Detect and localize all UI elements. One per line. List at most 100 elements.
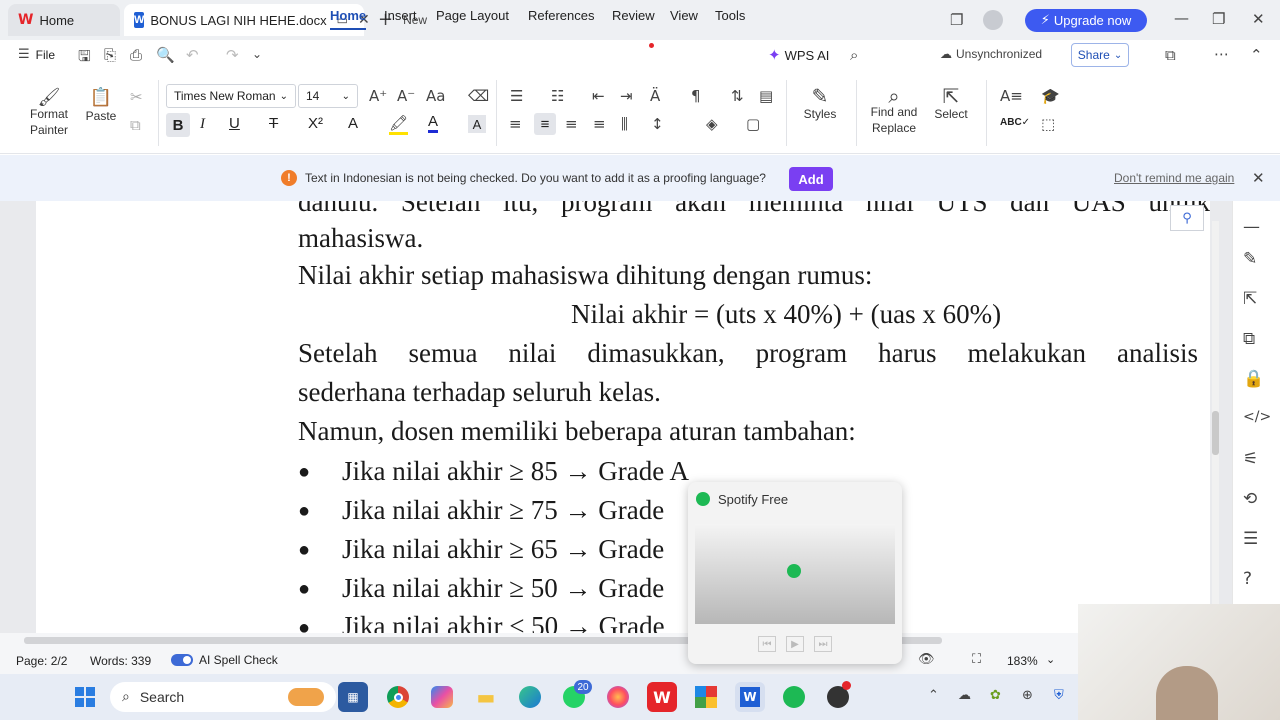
decrease-font-icon[interactable]: A⁻ (397, 87, 415, 105)
search-icon[interactable]: ⌕ (850, 46, 858, 64)
text-effect-icon[interactable]: A (348, 115, 358, 132)
print-icon[interactable]: ⎙ (130, 46, 142, 64)
spell-check-icon[interactable]: ABC✓ (1000, 117, 1030, 128)
select-cursor-icon[interactable]: ⇱ (1243, 289, 1257, 309)
font-size-select[interactable]: 14 ⌄ (298, 84, 358, 108)
layout-icon[interactable]: ⧉ (1165, 46, 1176, 64)
change-case-icon[interactable]: Aa (426, 87, 445, 105)
borders-icon[interactable]: ▢ (746, 115, 760, 133)
wps-office-icon[interactable]: W (647, 682, 677, 712)
highlight-icon[interactable]: 🖍 (389, 114, 409, 135)
file-menu[interactable]: ☰ File (18, 47, 55, 62)
menu-references[interactable]: References (528, 8, 594, 23)
photo-app-icon[interactable] (691, 682, 721, 712)
font-family-select[interactable]: Times New Roman ⌄ (166, 84, 296, 108)
tray-app-icon[interactable]: ✿ (990, 688, 1001, 703)
help-icon[interactable]: ? (1243, 569, 1252, 589)
font-color-icon[interactable]: A (428, 113, 439, 133)
close-notification-icon[interactable]: ✕ (1252, 169, 1265, 187)
code-icon[interactable]: </> (1243, 409, 1271, 425)
paragraph-mark-icon[interactable]: ¶ (691, 87, 701, 105)
menu-view[interactable]: View (670, 8, 698, 23)
align-left-icon[interactable]: ≡ (509, 115, 522, 133)
more-icon[interactable]: ⋯ (1214, 45, 1229, 63)
network-icon[interactable]: ⊕ (1022, 688, 1033, 703)
onedrive-icon[interactable]: ☁ (958, 688, 971, 703)
minimize-icon[interactable]: — (1174, 9, 1189, 27)
windows-start-icon[interactable] (70, 682, 100, 712)
menu-page-layout[interactable]: Page Layout (436, 8, 509, 23)
previous-track-icon[interactable]: ⏮ (758, 636, 776, 652)
increase-indent-icon[interactable]: ⇥ (620, 87, 633, 105)
menu-tools[interactable]: Tools (715, 8, 745, 23)
undo-icon[interactable]: ↶ (186, 46, 199, 64)
export-icon[interactable]: ⎘ (104, 46, 116, 64)
table-border-icon[interactable]: ▤ (759, 87, 773, 105)
increase-font-icon[interactable]: A⁺ (369, 87, 387, 105)
collapse-ribbon-icon[interactable]: ⌃ (1250, 46, 1263, 64)
redo-icon[interactable]: ↷ (226, 46, 239, 64)
taskbar-search[interactable]: ⌕ Search (110, 682, 336, 712)
store-icon[interactable]: ▦ (338, 682, 368, 712)
ai-spell-check-toggle[interactable]: AI Spell Check (171, 653, 278, 667)
fit-page-icon[interactable]: ⛶ (972, 652, 981, 667)
window-close-icon[interactable]: ✕ (1252, 10, 1265, 28)
spotify-taskbar-icon[interactable] (779, 682, 809, 712)
location-pin-icon[interactable]: ⚲ (1170, 205, 1204, 231)
graduate-cap-icon[interactable]: 🎓 (1041, 87, 1060, 105)
menu-home[interactable]: Home (330, 8, 367, 30)
align-center-icon[interactable]: ≡ (534, 113, 556, 135)
chevron-down-icon[interactable]: ⌄ (1046, 653, 1055, 666)
maximize-icon[interactable]: ❐ (1212, 10, 1225, 28)
sync-status[interactable]: ☁ Unsynchronized (940, 47, 1042, 61)
vertical-scrollbar[interactable] (1212, 221, 1219, 631)
select-button[interactable]: ⇱ Select (928, 86, 974, 122)
window-manage-icon[interactable]: ❐ (950, 11, 963, 29)
outline-icon[interactable]: ☰ (1243, 529, 1258, 549)
format-painter-button[interactable]: 🖌 Format Painter (26, 89, 72, 138)
phonetic-icon[interactable]: Ä (650, 87, 660, 105)
lock-icon[interactable]: 🔒 (1243, 369, 1264, 389)
strikethrough-icon[interactable]: T (269, 115, 278, 132)
tab-home[interactable]: W Home (8, 4, 120, 36)
print-preview-icon[interactable]: 🔍 (156, 46, 175, 64)
line-spacing-icon[interactable]: ↕ (651, 115, 664, 133)
italic-icon[interactable]: I (200, 116, 205, 133)
eye-icon[interactable]: 👁 (918, 652, 935, 667)
zoom-level[interactable]: 183% (1007, 654, 1038, 668)
distribute-icon[interactable]: ⫼ (621, 115, 628, 133)
horizontal-scrollbar[interactable] (0, 633, 1232, 648)
word-icon[interactable]: W (735, 682, 765, 712)
edge-icon[interactable] (515, 682, 545, 712)
scrollbar-thumb[interactable] (1212, 411, 1219, 455)
sort-icon[interactable]: ⇅ (731, 87, 744, 105)
copy-icon[interactable]: ⧉ (130, 116, 141, 134)
word-count[interactable]: Words: 339 (90, 654, 151, 668)
chrome-icon[interactable] (383, 682, 413, 712)
menu-wps-ai[interactable]: ✦ WPS AI (768, 46, 829, 64)
dont-remind-link[interactable]: Don't remind me again (1114, 171, 1234, 185)
bold-icon[interactable]: B (166, 113, 190, 137)
chevron-down-icon[interactable]: ⌄ (252, 47, 262, 61)
pen-icon[interactable]: ✎ (1243, 249, 1257, 269)
share-button[interactable]: Share ⌄ (1071, 43, 1129, 67)
menu-review[interactable]: Review (612, 8, 655, 23)
firefox-icon[interactable] (603, 682, 633, 712)
superscript-icon[interactable]: X² (308, 115, 323, 132)
next-track-icon[interactable]: ⏭ (814, 636, 832, 652)
copilot-icon[interactable] (427, 682, 457, 712)
decrease-indent-icon[interactable]: ⇤ (592, 87, 605, 105)
eraser-icon[interactable]: ⌫ (468, 87, 489, 105)
history-icon[interactable]: ⟲ (1243, 489, 1257, 509)
copy-doc-icon[interactable]: ⧉ (1243, 329, 1255, 349)
underline-icon[interactable]: U (229, 115, 240, 132)
tab-document[interactable]: W BONUS LAGI NIH HEHE.docx ▭ ✕ (124, 4, 370, 36)
numbering-icon[interactable]: ☷ (551, 87, 564, 105)
cut-icon[interactable]: ✂ (130, 88, 143, 106)
text-direction-icon[interactable]: A≡ (1000, 87, 1023, 105)
menu-insert[interactable]: Insert (384, 8, 417, 23)
char-shading-icon[interactable]: A (468, 115, 486, 133)
play-icon[interactable]: ▶ (786, 636, 804, 652)
select-object-icon[interactable]: ⬚ (1041, 115, 1055, 133)
sliders-icon[interactable]: ⚟ (1243, 449, 1258, 469)
